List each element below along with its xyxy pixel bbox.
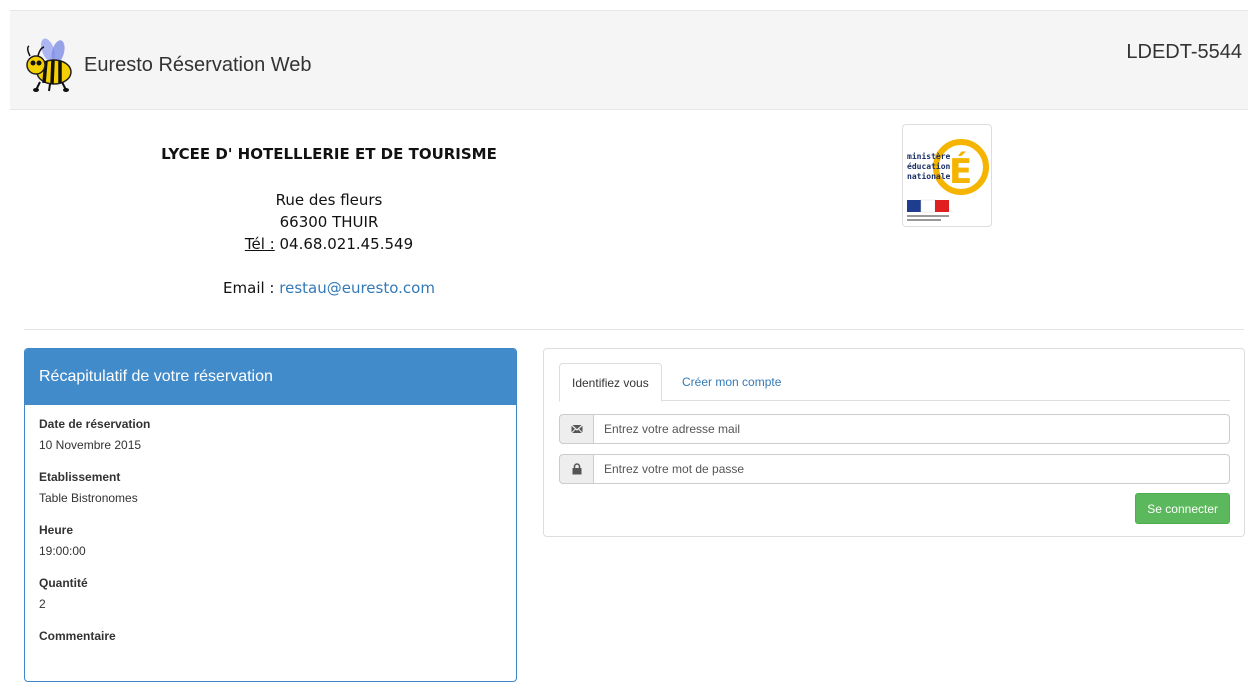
envelope-icon <box>559 414 593 444</box>
email-input[interactable] <box>593 414 1230 444</box>
lock-icon <box>559 454 593 484</box>
field-value: 10 Novembre 2015 <box>39 438 142 452</box>
logo-letter: É <box>949 151 972 192</box>
email-input-group <box>559 414 1230 444</box>
summary-field: Quantité 2 <box>39 576 502 611</box>
reservation-summary-panel: Récapitulatif de votre réservation Date … <box>24 348 517 682</box>
field-label: Quantité <box>39 576 88 590</box>
login-tabs: Identifiez vous Créer mon compte <box>559 363 1230 402</box>
logo-line-2: éducation <box>907 161 951 171</box>
password-input[interactable] <box>593 454 1230 484</box>
brand[interactable]: Euresto Réservation Web <box>22 38 312 92</box>
school-address: Rue des fleurs 66300 THUIR Tél : 04.68.0… <box>40 189 618 255</box>
logo-line-1: ministère <box>907 151 951 161</box>
bee-logo-icon <box>26 38 72 92</box>
terminal-code: LDEDT-5544 <box>1126 41 1242 63</box>
ministry-logo: É ministère éducation nationale <box>902 124 992 227</box>
login-panel: Identifiez vous Créer mon compte Se conn… <box>543 348 1245 537</box>
navbar: Euresto Réservation Web LDEDT-5544 <box>10 10 1248 110</box>
tab-create-account[interactable]: Créer mon compte <box>670 363 793 401</box>
school-info: LYCEE D' HOTELLLERIE ET DE TOURISME Rue … <box>40 145 618 297</box>
password-input-group <box>559 454 1230 484</box>
school-email: Email : restau@euresto.com <box>40 279 618 297</box>
school-street: Rue des fleurs <box>275 191 383 209</box>
summary-field: Date de réservation 10 Novembre 2015 <box>39 417 502 452</box>
section-divider <box>24 329 1244 330</box>
summary-field: Heure 19:00:00 <box>39 523 502 558</box>
email-label: Email : <box>223 279 275 297</box>
app-title[interactable]: Euresto Réservation Web <box>84 54 312 77</box>
summary-heading: Récapitulatif de votre réservation <box>25 349 516 405</box>
summary-body: Date de réservation 10 Novembre 2015 Eta… <box>25 405 516 673</box>
summary-field: Commentaire <box>39 629 502 643</box>
field-value: Table Bistronomes <box>39 491 138 505</box>
field-value: 2 <box>39 597 46 611</box>
field-label: Heure <box>39 523 74 537</box>
field-label: Etablissement <box>39 470 121 484</box>
phone-label: Tél : <box>244 235 275 253</box>
summary-field: Etablissement Table Bistronomes <box>39 470 502 505</box>
tab-identify[interactable]: Identifiez vous <box>559 363 662 402</box>
logo-line-3: nationale <box>907 171 951 181</box>
email-link[interactable]: restau@euresto.com <box>279 279 435 297</box>
school-phone: Tél : 04.68.021.45.549 <box>40 233 618 255</box>
login-button[interactable]: Se connecter <box>1135 493 1230 524</box>
school-name: LYCEE D' HOTELLLERIE ET DE TOURISME <box>161 145 497 163</box>
phone-value: 04.68.021.45.549 <box>279 235 414 253</box>
field-label: Commentaire <box>39 629 116 643</box>
field-label: Date de réservation <box>39 417 151 431</box>
school-city: 66300 THUIR <box>279 213 379 231</box>
ministry-emblem-icon: É ministère éducation nationale <box>907 139 989 221</box>
field-value: 19:00:00 <box>39 544 86 558</box>
